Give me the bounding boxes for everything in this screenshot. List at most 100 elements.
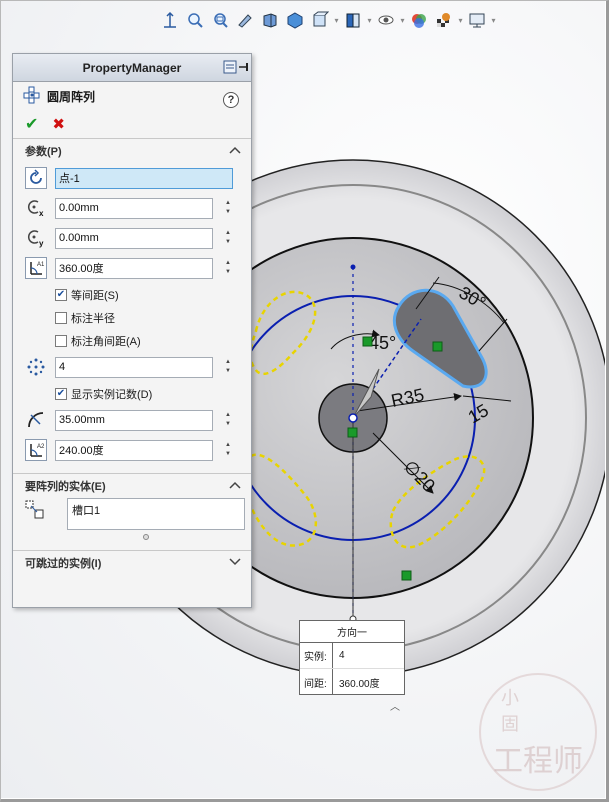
radius-field[interactable]: 35.00mm	[55, 409, 213, 431]
instance-count-row: 4 ▲ ▼	[13, 352, 251, 382]
pin-icon[interactable]	[222, 59, 249, 75]
dim-radius-checkbox[interactable]	[55, 311, 67, 324]
dim-45[interactable]: 45°	[369, 333, 396, 353]
parameters-section-header[interactable]: 参数(P)	[13, 139, 251, 163]
property-manager-header: PropertyManager	[13, 54, 251, 82]
apply-scene-icon[interactable]	[408, 9, 430, 31]
x-spinner[interactable]: ▲ ▼	[221, 198, 235, 219]
total-angle-row: A1 360.00度 ▲ ▼	[13, 253, 251, 283]
svg-text:A2: A2	[37, 444, 45, 450]
center-point[interactable]	[348, 413, 358, 423]
reverse-direction-icon[interactable]	[25, 167, 47, 189]
circular-pattern-icon	[23, 86, 41, 107]
help-icon[interactable]: ?	[223, 92, 239, 108]
svg-text:y: y	[39, 239, 44, 248]
display-style-icon[interactable]	[284, 9, 306, 31]
entities-row: 槽口1	[13, 498, 251, 530]
callout-spacing-label: 间距:	[300, 669, 333, 695]
toolbar-dropdown-icon-5[interactable]: ▾	[491, 13, 496, 27]
total-angle-field[interactable]: 360.00度	[55, 257, 213, 279]
callout-count-row: 实例: 4	[300, 643, 404, 669]
y-spinner[interactable]: ▲ ▼	[221, 228, 235, 249]
feature-title-row: 圆周阵列 ?	[13, 82, 251, 110]
toolbar-dropdown-icon-2[interactable]: ▾	[367, 13, 372, 27]
view-settings-icon[interactable]	[466, 9, 488, 31]
property-manager: PropertyManager 圆周阵列 ? ✔ ✖ 参数(P) 点-1 x 0…	[12, 53, 252, 608]
accept-cancel-row: ✔ ✖	[13, 110, 251, 138]
entities-section-title: 要阵列的实体(E)	[25, 481, 106, 493]
entities-list[interactable]: 槽口1	[67, 498, 245, 530]
toolbar-dropdown-icon-4[interactable]: ▾	[458, 13, 463, 27]
svg-text:x: x	[39, 209, 44, 218]
pattern-axis-field[interactable]: 点-1	[55, 167, 233, 189]
entities-section: 要阵列的实体(E) 槽口1	[13, 473, 251, 540]
show-count-checkbox[interactable]: ✔	[55, 387, 67, 400]
graphics-viewport[interactable]: 30° 45° R35 15 ∅20 ▾ ▾ ▾ ▾ ▾ 方向一 实例: 4 间…	[1, 1, 605, 798]
callout-collapse-icon[interactable]: ︿	[390, 698, 400, 713]
ok-button[interactable]: ✔	[25, 114, 38, 134]
show-count-row[interactable]: ✔ 显示实例记数(D)	[13, 382, 251, 405]
entities-section-header[interactable]: 要阵列的实体(E)	[13, 474, 251, 498]
toolbar-dropdown-icon[interactable]: ▾	[334, 13, 339, 27]
pattern-callout[interactable]: 方向一 实例: 4 间距: 360.00度	[299, 620, 405, 695]
radius-spinner[interactable]: ▲ ▼	[221, 410, 235, 431]
entities-selection-icon	[25, 500, 45, 523]
relation-marker-2	[432, 341, 443, 352]
arc-angle-row: A2 240.00度 ▲ ▼	[13, 435, 251, 465]
relation-marker-1	[362, 336, 373, 347]
equal-spacing-row[interactable]: ✔ 等间距(S)	[13, 283, 251, 306]
dim-angle-label: 标注角间距(A)	[71, 335, 141, 348]
instance-count-field[interactable]: 4	[55, 356, 213, 378]
x-coordinate-field[interactable]: 0.00mm	[55, 197, 213, 219]
arc-angle-spinner[interactable]: ▲ ▼	[221, 440, 235, 461]
edit-appearance-icon[interactable]	[342, 9, 364, 31]
callout-spacing-row: 间距: 360.00度	[300, 669, 404, 695]
y-coordinate-field[interactable]: 0.00mm	[55, 227, 213, 249]
total-angle-spinner[interactable]: ▲ ▼	[221, 258, 235, 279]
pattern-axis-row: 点-1	[13, 163, 251, 193]
hide-show-items-icon[interactable]	[309, 9, 331, 31]
collapse-chevron-icon-2[interactable]	[229, 480, 241, 492]
entity-item[interactable]: 槽口1	[72, 502, 240, 518]
y-coord-row: y 0.00mm ▲ ▼	[13, 223, 251, 253]
watermark-main: 工程师	[493, 744, 583, 779]
skip-section: 可跳过的实例(I)	[13, 550, 251, 575]
dim-angle-checkbox[interactable]	[55, 334, 67, 347]
equal-spacing-label: 等间距(S)	[71, 289, 119, 302]
axis-end-point	[350, 264, 356, 270]
arc-angle-field[interactable]: 240.00度	[55, 439, 213, 461]
parameters-section-title: 参数(P)	[25, 146, 62, 158]
callout-count-value[interactable]: 4	[333, 650, 345, 661]
dim-angle-row[interactable]: 标注角间距(A)	[13, 329, 251, 352]
zoom-area-icon[interactable]	[184, 9, 206, 31]
x-coordinate-icon: x	[25, 197, 47, 219]
heads-up-view-toolbar: ▾ ▾ ▾ ▾ ▾	[159, 7, 496, 33]
skip-section-title: 可跳过的实例(I)	[25, 558, 102, 570]
equal-spacing-checkbox[interactable]: ✔	[55, 288, 67, 301]
cancel-button[interactable]: ✖	[52, 115, 65, 133]
callout-spacing-value[interactable]: 360.00度	[333, 675, 380, 690]
skip-section-header[interactable]: 可跳过的实例(I)	[13, 551, 251, 575]
list-resize-handle[interactable]	[143, 534, 149, 540]
expand-chevron-icon[interactable]	[229, 557, 241, 569]
svg-text:A1: A1	[37, 262, 45, 268]
show-count-label: 显示实例记数(D)	[71, 388, 153, 401]
view-orientation-icon[interactable]	[259, 9, 281, 31]
dim-radius-row[interactable]: 标注半径	[13, 306, 251, 329]
y-coordinate-icon: y	[25, 227, 47, 249]
application-window: 30° 45° R35 15 ∅20 ▾ ▾ ▾ ▾ ▾ 方向一 实例: 4 间…	[0, 0, 609, 802]
checker-scene-icon[interactable]	[433, 9, 455, 31]
eye-icon[interactable]	[375, 9, 397, 31]
arc-angle-icon: A2	[25, 439, 47, 461]
section-view-icon[interactable]	[234, 9, 256, 31]
zoom-to-fit-icon[interactable]	[159, 9, 181, 31]
callout-title: 方向一	[300, 621, 404, 643]
relation-marker-4	[401, 570, 412, 581]
previous-view-icon[interactable]	[209, 9, 231, 31]
instance-count-spinner[interactable]: ▲ ▼	[221, 357, 235, 378]
radius-row: 35.00mm ▲ ▼	[13, 405, 251, 435]
radius-icon	[25, 409, 47, 431]
collapse-chevron-icon[interactable]	[229, 145, 241, 157]
toolbar-dropdown-icon-3[interactable]: ▾	[400, 13, 405, 27]
instance-count-icon	[25, 356, 47, 378]
